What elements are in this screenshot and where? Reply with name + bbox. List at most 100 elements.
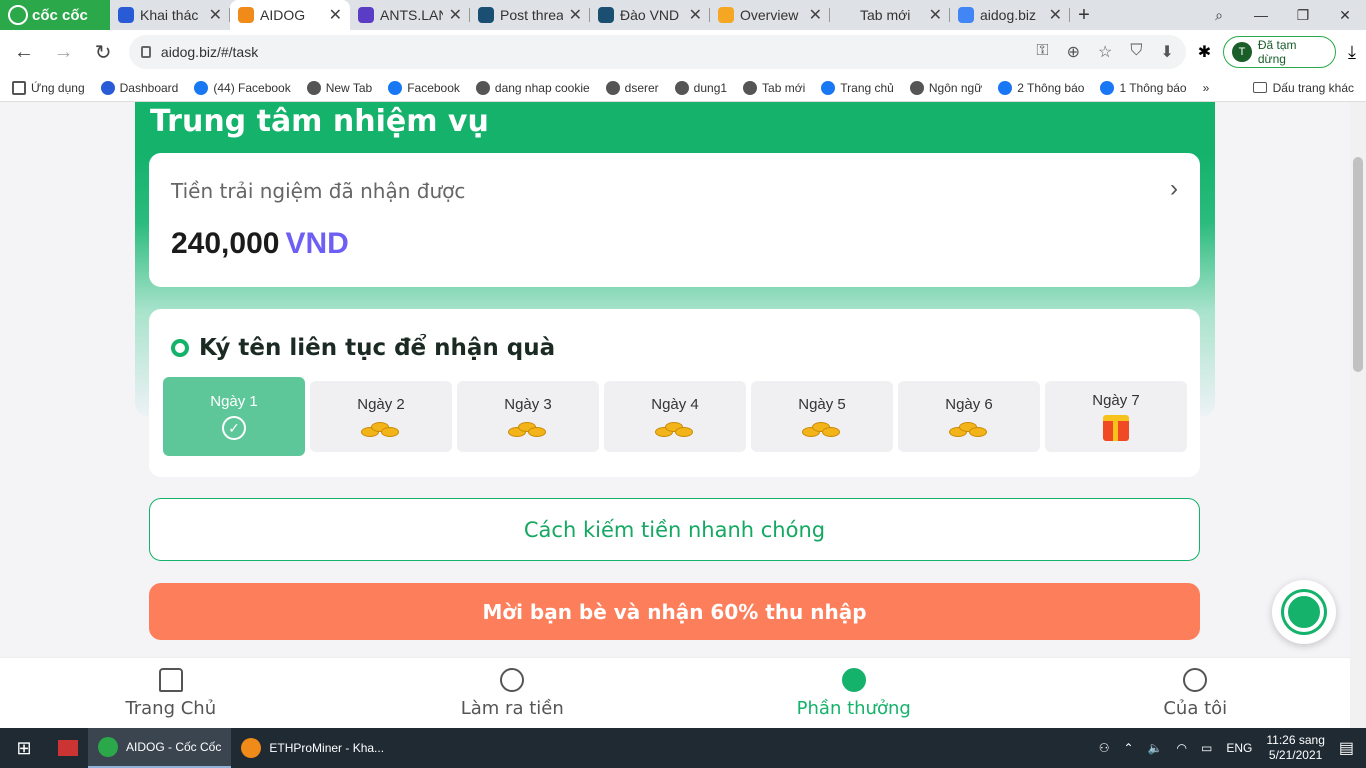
checkin-day[interactable]: Ngày 6 bbox=[898, 381, 1040, 452]
download-manager-icon[interactable]: ⤓ bbox=[1348, 42, 1356, 63]
bookmark-item[interactable]: New Tab bbox=[306, 80, 372, 95]
language-indicator[interactable]: ENG bbox=[1226, 741, 1252, 755]
app-icon[interactable] bbox=[48, 728, 88, 768]
nav-item-1[interactable]: Làm ra tiền bbox=[342, 658, 684, 728]
browser-logo[interactable]: cốc cốc bbox=[0, 0, 110, 30]
restore-button[interactable]: ❐ bbox=[1282, 7, 1324, 24]
bookmark-item[interactable]: Trang chủ bbox=[821, 80, 894, 95]
wifi-icon[interactable]: ◠ bbox=[1177, 741, 1187, 755]
zoom-icon[interactable]: ⊕ bbox=[1067, 42, 1080, 62]
checkin-day[interactable]: Ngày 3 bbox=[457, 381, 599, 452]
back-button[interactable]: ← bbox=[10, 41, 38, 64]
facebook-icon bbox=[1100, 80, 1115, 95]
key-icon[interactable]: ⚿ bbox=[1036, 42, 1048, 62]
balance-card[interactable]: Tiền trải ngiệm đã nhận được › 240,000 VN… bbox=[149, 153, 1200, 287]
globe-icon bbox=[743, 80, 758, 95]
close-tab-icon[interactable]: ✕ bbox=[569, 5, 582, 25]
nav-label: Trang Chủ bbox=[125, 697, 217, 719]
search-tabs-icon[interactable]: ⌕ bbox=[1198, 7, 1240, 24]
windows-start-icon[interactable]: ⊞ bbox=[0, 728, 48, 768]
gold-coins-icon bbox=[949, 419, 989, 437]
day-label: Ngày 7 bbox=[1092, 392, 1140, 409]
day-label: Ngày 4 bbox=[651, 396, 699, 413]
tab-label: Tab mới bbox=[860, 7, 911, 23]
battery-icon[interactable]: ▭ bbox=[1201, 741, 1212, 755]
checkin-day[interactable]: Ngày 2 bbox=[310, 381, 452, 452]
tab-3[interactable]: Post threa ✕ bbox=[470, 0, 590, 30]
nav-label: Làm ra tiền bbox=[460, 697, 564, 719]
bookmark-item[interactable]: dang nhap cookie bbox=[475, 80, 590, 95]
nav-item-0[interactable]: Trang Chủ bbox=[0, 658, 342, 728]
forward-button[interactable]: → bbox=[50, 41, 78, 64]
nav-item-2[interactable]: Phần thưởng bbox=[683, 658, 1025, 728]
bookmarks-more-button[interactable]: » bbox=[1203, 81, 1210, 95]
other-bookmarks[interactable]: Dấu trang khác bbox=[1252, 81, 1354, 95]
bookmark-item[interactable]: Ứng dụng bbox=[12, 80, 85, 95]
reload-button[interactable]: ↻ bbox=[89, 40, 117, 65]
scrollbar[interactable] bbox=[1350, 102, 1366, 728]
close-tab-icon[interactable]: ✕ bbox=[329, 5, 342, 25]
close-tab-icon[interactable]: ✕ bbox=[209, 5, 222, 25]
window-controls: ⌕ — ❐ ✕ bbox=[1198, 7, 1366, 24]
volume-icon[interactable]: 🔈 bbox=[1148, 741, 1163, 755]
globe-icon bbox=[605, 80, 620, 95]
gold-coins-icon bbox=[802, 419, 842, 437]
chevron-right-icon[interactable]: › bbox=[1170, 175, 1178, 203]
notifications-icon[interactable]: ▤ bbox=[1339, 738, 1354, 758]
tab-label: Overview bbox=[740, 7, 799, 23]
bookmark-item[interactable]: Ngôn ngữ bbox=[909, 80, 982, 95]
close-tab-icon[interactable]: ✕ bbox=[449, 5, 462, 25]
minimize-button[interactable]: — bbox=[1240, 7, 1282, 24]
checkin-day[interactable]: Ngày 7 bbox=[1045, 381, 1187, 452]
chevron-up-icon[interactable]: ⌃ bbox=[1124, 741, 1134, 755]
nav-item-3[interactable]: Của tôi bbox=[1025, 658, 1366, 728]
tab-1[interactable]: AIDOG ✕ bbox=[230, 0, 350, 30]
new-tab-button[interactable]: + bbox=[1070, 4, 1098, 27]
clock[interactable]: 11:26 sang 5/21/2021 bbox=[1266, 733, 1325, 763]
profile-button[interactable]: T Đã tạm dừng bbox=[1223, 36, 1336, 68]
tab-6[interactable]: Tab mới ✕ bbox=[830, 0, 950, 30]
tab-2[interactable]: ANTS.LAN ✕ bbox=[350, 0, 470, 30]
omnibox[interactable]: aidog.biz/#/task ⚿ ⊕ ☆ ⛉ ⬇ bbox=[128, 35, 1186, 69]
checkin-day[interactable]: Ngày 5 bbox=[751, 381, 893, 452]
home-icon bbox=[158, 667, 183, 692]
star-icon[interactable]: ☆ bbox=[1098, 42, 1112, 62]
bookmark-item[interactable]: (44) Facebook bbox=[194, 80, 291, 95]
tab-7[interactable]: aidog.biz ✕ bbox=[950, 0, 1070, 30]
bookmark-item[interactable]: 2 Thông báo bbox=[998, 80, 1084, 95]
bookmarks-bar: Ứng dụng Dashboard (44) Facebook New Tab Fac… bbox=[0, 74, 1366, 102]
bookmark-item[interactable]: 1 Thông báo bbox=[1100, 80, 1187, 95]
close-tab-icon[interactable]: ✕ bbox=[689, 5, 702, 25]
close-tab-icon[interactable]: ✕ bbox=[1049, 5, 1062, 25]
url-text[interactable]: aidog.biz/#/task bbox=[161, 44, 258, 60]
support-button[interactable] bbox=[1272, 580, 1336, 644]
close-tab-icon[interactable]: ✕ bbox=[929, 5, 942, 25]
close-tab-icon[interactable]: ✕ bbox=[809, 5, 822, 25]
invite-button[interactable]: Mời bạn bè và nhận 60% thu nhập bbox=[149, 583, 1200, 640]
close-window-button[interactable]: ✕ bbox=[1324, 7, 1366, 24]
taskbar-app[interactable]: AIDOG - Cốc Cốc bbox=[88, 728, 232, 768]
shield-icon[interactable]: ⛉ bbox=[1130, 42, 1142, 62]
tab-label: Đào VND bbox=[620, 7, 680, 23]
guide-button[interactable]: Cách kiếm tiền nhanh chóng bbox=[149, 498, 1200, 561]
bookmark-item[interactable]: dserer bbox=[605, 80, 659, 95]
checkin-card: Ký tên liên tục để nhận quà Ngày 1 ✓ Ngày … bbox=[149, 309, 1200, 477]
bookmark-item[interactable]: dung1 bbox=[674, 80, 727, 95]
people-icon[interactable]: ⚇ bbox=[1099, 741, 1110, 755]
bookmark-item[interactable]: Tab mới bbox=[743, 80, 805, 95]
checkin-day[interactable]: Ngày 1 ✓ bbox=[163, 377, 305, 456]
bookmark-item[interactable]: Dashboard bbox=[100, 80, 178, 95]
tab-5[interactable]: Overview ✕ bbox=[710, 0, 830, 30]
download-icon[interactable]: ⬇ bbox=[1160, 42, 1173, 62]
scrollbar-thumb[interactable] bbox=[1353, 157, 1363, 372]
bookmark-item[interactable]: Facebook bbox=[388, 80, 460, 95]
lock-icon bbox=[140, 46, 151, 58]
app-icon bbox=[98, 737, 118, 757]
extension-icon[interactable]: ✱ bbox=[1198, 42, 1211, 62]
tab-label: Khai thác bbox=[140, 7, 199, 23]
checkin-day[interactable]: Ngày 4 bbox=[604, 381, 746, 452]
bottom-nav: Trang Chủ Làm ra tiền Phần thưởng Của tôi bbox=[0, 657, 1366, 728]
tab-4[interactable]: Đào VND ✕ bbox=[590, 0, 710, 30]
taskbar-app[interactable]: ETHProMiner - Kha... bbox=[231, 728, 394, 768]
tab-0[interactable]: Khai thác ✕ bbox=[110, 0, 230, 30]
